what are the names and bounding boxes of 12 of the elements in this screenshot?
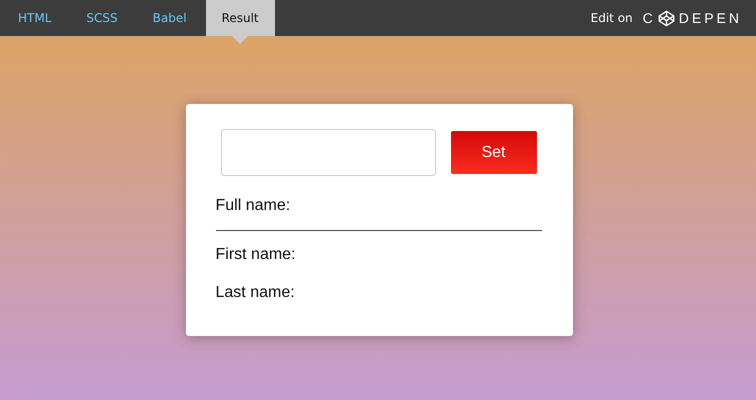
set-button[interactable]: Set: [450, 131, 536, 174]
full-name-label: Full name:: [216, 196, 292, 216]
tab[interactable]: Babel: [136, 0, 203, 36]
edit-on-link[interactable]: Edit on: [590, 11, 633, 25]
tab[interactable]: SCSS: [70, 0, 134, 36]
logo-text: DEPEN: [678, 10, 742, 26]
last-name-label: Last name:: [216, 283, 296, 303]
tab[interactable]: HTML: [2, 0, 68, 36]
input-field[interactable]: [220, 129, 436, 176]
cube-icon: [658, 10, 675, 26]
first-name-label: First name:: [216, 245, 297, 265]
logo-text: C: [642, 10, 656, 26]
